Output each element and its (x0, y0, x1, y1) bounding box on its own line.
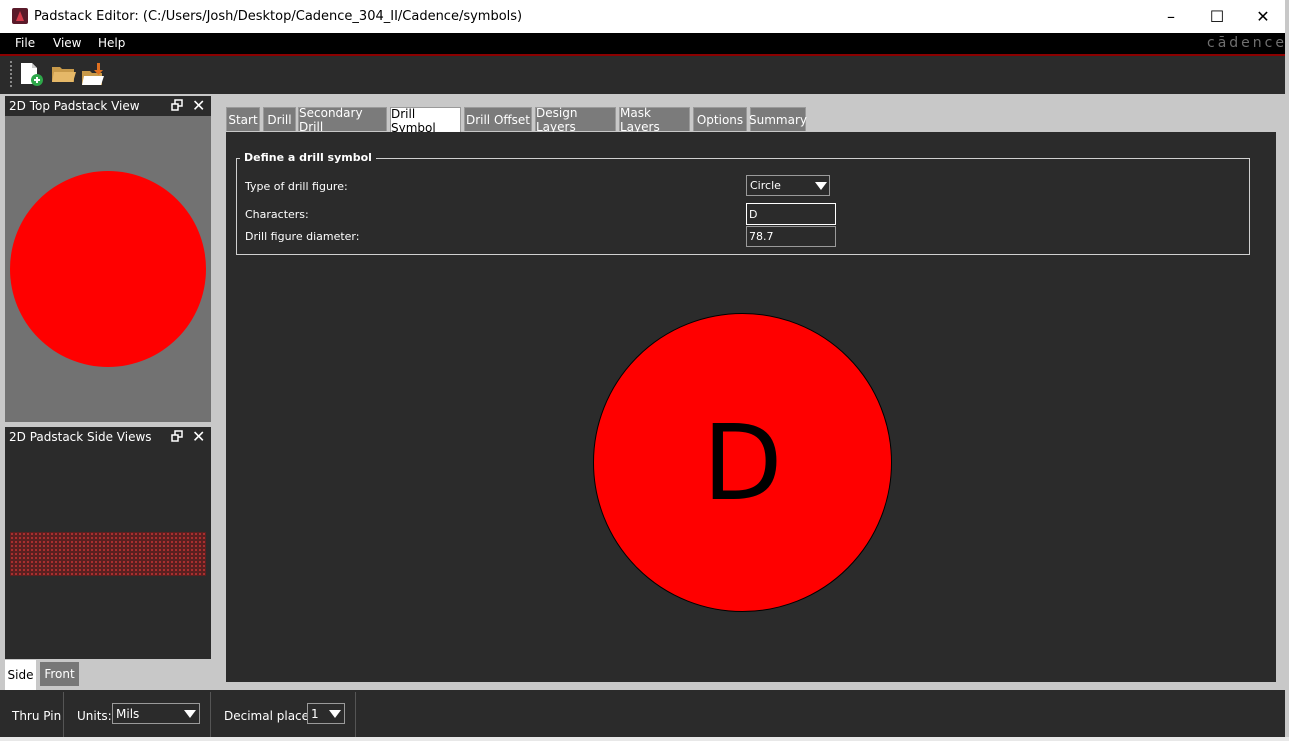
drill-symbol-preview: D (593, 313, 892, 612)
menu-view[interactable]: View (53, 36, 81, 50)
open-folder-icon[interactable] (50, 61, 78, 87)
window-right-edge (1285, 0, 1289, 741)
new-file-icon[interactable] (18, 61, 46, 87)
status-divider (210, 692, 211, 737)
undock-icon[interactable] (171, 99, 183, 111)
tab-summary[interactable]: Summary (749, 107, 807, 131)
maximize-button[interactable]: ☐ (1194, 0, 1240, 33)
save-to-folder-icon[interactable] (80, 61, 108, 87)
padstack-editor-app-icon (12, 8, 28, 24)
units-select[interactable]: Mils (112, 703, 200, 724)
top-padstack-view[interactable] (5, 116, 211, 422)
units-value: Mils (116, 707, 140, 721)
minimize-button[interactable]: – (1148, 0, 1194, 33)
top-view-panel-header: 2D Top Padstack View ✕ (5, 96, 211, 116)
undock-icon[interactable] (171, 430, 183, 442)
side-view-drill-hatch (10, 532, 206, 576)
top-view-panel-title: 2D Top Padstack View (9, 99, 140, 113)
characters-input[interactable]: D (746, 203, 836, 225)
chevron-down-icon (184, 710, 196, 718)
side-padstack-view[interactable] (5, 447, 211, 659)
side-view-panel-header: 2D Padstack Side Views ✕ (5, 427, 211, 447)
menu-file[interactable]: File (15, 36, 35, 50)
drill-symbol-preview-character: D (702, 401, 783, 524)
status-divider (355, 692, 356, 737)
tab-options[interactable]: Options (693, 107, 747, 131)
close-panel-icon[interactable]: ✕ (192, 96, 205, 115)
drill-figure-type-value: Circle (750, 179, 781, 192)
menu-help[interactable]: Help (98, 36, 125, 50)
status-divider (63, 692, 64, 737)
side-view-panel-title: 2D Padstack Side Views (9, 430, 152, 444)
group-title: Define a drill symbol (240, 151, 376, 164)
characters-label: Characters: (245, 208, 309, 221)
title-bar: Padstack Editor: (C:/Users/Josh/Desktop/… (0, 0, 1289, 33)
menu-bar: File View Help cādence (0, 33, 1289, 56)
drill-figure-type-label: Type of drill figure: (245, 180, 348, 193)
cadence-logo: cādence (1207, 35, 1287, 51)
tab-front[interactable]: Front (40, 662, 79, 686)
drill-symbol-group-box (236, 158, 1250, 255)
tab-secondary-drill[interactable]: Secondary Drill (298, 106, 387, 134)
tab-design-layers[interactable]: Design Layers (535, 106, 616, 134)
pin-type-label: Thru Pin (12, 709, 62, 723)
decimal-places-select[interactable]: 1 (307, 703, 345, 724)
window-title: Padstack Editor: (C:/Users/Josh/Desktop/… (34, 9, 523, 24)
window-bottom-edge (0, 737, 1289, 741)
decimal-places-label: Decimal places: (224, 709, 320, 723)
toolbar (0, 56, 1289, 94)
tab-drill[interactable]: Drill (263, 107, 296, 131)
toolbar-grip[interactable] (10, 61, 14, 87)
tab-drill-symbol[interactable]: Drill Symbol (390, 107, 461, 135)
tab-mask-layers[interactable]: Mask Layers (619, 106, 690, 134)
tab-drill-offset[interactable]: Drill Offset (464, 107, 532, 131)
close-window-button[interactable]: ✕ (1240, 0, 1286, 33)
tab-start[interactable]: Start (226, 107, 260, 131)
close-panel-icon[interactable]: ✕ (192, 427, 205, 446)
units-label: Units: (77, 709, 112, 723)
chevron-down-icon (815, 182, 827, 190)
tab-side[interactable]: Side (5, 660, 36, 690)
top-view-drill-circle (10, 171, 206, 367)
drill-figure-diameter-label: Drill figure diameter: (245, 230, 360, 243)
drill-figure-type-select[interactable]: Circle (746, 175, 830, 196)
decimal-places-value: 1 (311, 707, 319, 721)
drill-figure-diameter-input[interactable]: 78.7 (746, 226, 836, 247)
chevron-down-icon (329, 710, 341, 718)
